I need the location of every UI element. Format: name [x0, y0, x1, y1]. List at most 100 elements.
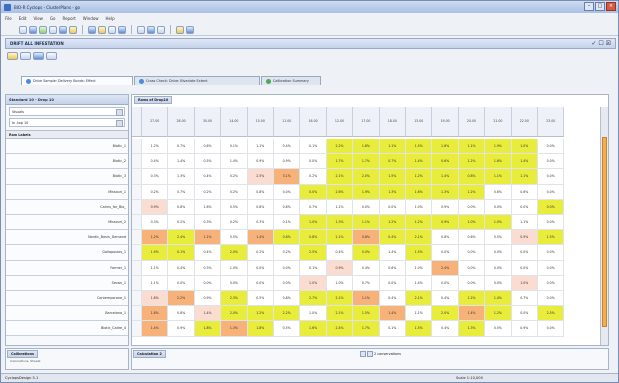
- column-header[interactable]: 27.00: [142, 107, 169, 137]
- calculation-tab[interactable]: Calculation 2: [133, 350, 166, 358]
- grid-cell[interactable]: 1.8%: [247, 321, 274, 337]
- forward-icon[interactable]: [69, 25, 77, 34]
- grid-cell[interactable]: 0.1%: [221, 139, 248, 155]
- grid-cell[interactable]: 0.6%: [458, 230, 486, 246]
- grid-cell[interactable]: 1.1%: [379, 139, 406, 155]
- calibrations-tab[interactable]: Calibrations: [7, 350, 39, 358]
- grid-cell[interactable]: 1.5%: [406, 245, 433, 261]
- grid-cell[interactable]: 0.7%: [300, 199, 327, 215]
- grid-cell[interactable]: 2.5%: [247, 169, 274, 185]
- grid-cell[interactable]: 0.0%: [379, 275, 406, 291]
- grid-cell[interactable]: 1.2%: [142, 230, 169, 246]
- grid-cell[interactable]: 0.0%: [458, 275, 486, 291]
- row-label[interactable]: Cairns_for_Bio_: [6, 199, 128, 215]
- new-icon[interactable]: [19, 25, 27, 34]
- grid-cell[interactable]: 1.2%: [379, 215, 406, 231]
- row-label[interactable]: Missouri_2: [6, 214, 128, 231]
- grid-cell[interactable]: 1.0%: [326, 275, 354, 291]
- grid-cell[interactable]: 0.0%: [538, 260, 565, 276]
- grid-cell[interactable]: 0.4%: [432, 321, 459, 337]
- grid-cell[interactable]: 2.7%: [300, 291, 327, 307]
- table-icon[interactable]: [108, 25, 116, 34]
- visuals-dropdown[interactable]: Visuals: [9, 107, 125, 116]
- grid-cell[interactable]: 0.2%: [142, 184, 169, 200]
- grid-cell[interactable]: 1.4%: [247, 230, 274, 246]
- grid-cell[interactable]: 2.0%: [432, 306, 459, 322]
- row-label[interactable]: Biotic_2: [6, 154, 128, 170]
- grid-cell[interactable]: 2.1%: [326, 291, 354, 307]
- grid-cell[interactable]: 0.0%: [538, 169, 565, 185]
- grid-cell[interactable]: 1.3%: [379, 184, 406, 200]
- grid-cell[interactable]: 0.9%: [511, 230, 538, 246]
- grid-cell[interactable]: 0.5%: [247, 291, 274, 307]
- grid-cell[interactable]: 0.0%: [485, 245, 512, 261]
- grid-cell[interactable]: 0.0%: [458, 199, 486, 215]
- grid-cell[interactable]: 1.4%: [406, 154, 433, 170]
- grid-cell[interactable]: 0.4%: [168, 260, 195, 276]
- grid-cell[interactable]: 0.4%: [274, 139, 301, 155]
- grid-cell[interactable]: 0.2%: [221, 215, 248, 231]
- grid-cell[interactable]: 0.0%: [511, 260, 538, 276]
- row-label[interactable]: Farmer_1: [6, 260, 128, 276]
- grid-cell[interactable]: 1.6%: [300, 321, 327, 337]
- grid-cell[interactable]: 2.1%: [326, 230, 354, 246]
- grid-cell[interactable]: 1.2%: [485, 306, 512, 322]
- grid-cell[interactable]: 1.7%: [353, 154, 380, 170]
- grid-cell[interactable]: 0.2%: [221, 184, 248, 200]
- grid-cell[interactable]: 1.3%: [458, 321, 486, 337]
- grid-cell[interactable]: 1.8%: [142, 306, 169, 322]
- grid-cell[interactable]: 0.3%: [194, 215, 222, 231]
- grid-cell[interactable]: 1.5%: [538, 230, 565, 246]
- grid-cell[interactable]: 1.0%: [300, 215, 327, 231]
- grid-cell[interactable]: 1.1%: [142, 275, 169, 291]
- grid-cell[interactable]: 0.4%: [432, 291, 459, 307]
- row-label[interactable]: Sevan_1: [6, 275, 128, 291]
- grid-cell[interactable]: 1.1%: [247, 139, 274, 155]
- grid-cell[interactable]: 0.0%: [511, 306, 538, 322]
- grid-cell[interactable]: 1.2%: [247, 306, 274, 322]
- grid-cell[interactable]: 0.0%: [432, 245, 459, 261]
- menu-report[interactable]: Report: [63, 16, 76, 21]
- grid-cell[interactable]: 0.0%: [221, 275, 248, 291]
- grid-cell[interactable]: 0.9%: [511, 321, 538, 337]
- grid-cell[interactable]: 0.3%: [247, 215, 274, 231]
- grid-cell[interactable]: 1.6%: [485, 154, 512, 170]
- grid-cell[interactable]: 0.0%: [485, 199, 512, 215]
- grid-cell[interactable]: 0.0%: [538, 139, 565, 155]
- pivot-icon[interactable]: [33, 52, 44, 60]
- grid-cell[interactable]: 0.2%: [274, 245, 301, 261]
- print-icon[interactable]: [157, 25, 165, 34]
- column-header[interactable]: 16.00: [300, 107, 327, 137]
- grid-cell[interactable]: 0.7%: [353, 275, 380, 291]
- grid-cell[interactable]: 0.7%: [168, 139, 195, 155]
- grid-cell[interactable]: 1.2%: [458, 184, 486, 200]
- grid-cell[interactable]: 1.1%: [326, 199, 354, 215]
- grid-cell[interactable]: 0.8%: [247, 199, 274, 215]
- grid-cell[interactable]: 1.2%: [406, 169, 433, 185]
- grid-cell[interactable]: 1.5%: [406, 321, 433, 337]
- tab-calibration-summary[interactable]: Calibration Summary: [261, 76, 321, 85]
- grid-cell[interactable]: 1.1%: [353, 291, 380, 307]
- row-label[interactable]: Contemporane_1: [6, 290, 128, 307]
- grid-cell[interactable]: 2.4%: [326, 321, 354, 337]
- grid-cell[interactable]: 0.0%: [458, 245, 486, 261]
- grid-cell[interactable]: 1.4%: [168, 154, 195, 170]
- column-header[interactable]: 13.00: [406, 107, 433, 137]
- grid-cell[interactable]: 0.2%: [300, 169, 327, 185]
- grid-cell[interactable]: 0.9%: [194, 291, 222, 307]
- grid-cell[interactable]: 2.0%: [353, 169, 380, 185]
- grid-cell[interactable]: 0.1%: [379, 321, 406, 337]
- grid-cell[interactable]: 1.3%: [326, 215, 354, 231]
- grid-cell[interactable]: 0.3%: [142, 169, 169, 185]
- row-label[interactable]: Nordic_Basin_Demand: [6, 230, 128, 246]
- scrollbar-thumb[interactable]: [602, 137, 607, 327]
- grid-cell[interactable]: 1.1%: [511, 169, 538, 185]
- grid-cell[interactable]: 0.0%: [538, 215, 565, 231]
- grid-icon[interactable]: [118, 25, 126, 34]
- grid-cell[interactable]: 0.0%: [353, 199, 380, 215]
- grid-cell[interactable]: 0.6%: [194, 139, 222, 155]
- grid-cell[interactable]: 0.9%: [274, 154, 301, 170]
- grid-cell[interactable]: 1.4%: [485, 291, 512, 307]
- grid-cell[interactable]: 0.1%: [300, 139, 327, 155]
- grid-cell[interactable]: 0.5%: [485, 230, 512, 246]
